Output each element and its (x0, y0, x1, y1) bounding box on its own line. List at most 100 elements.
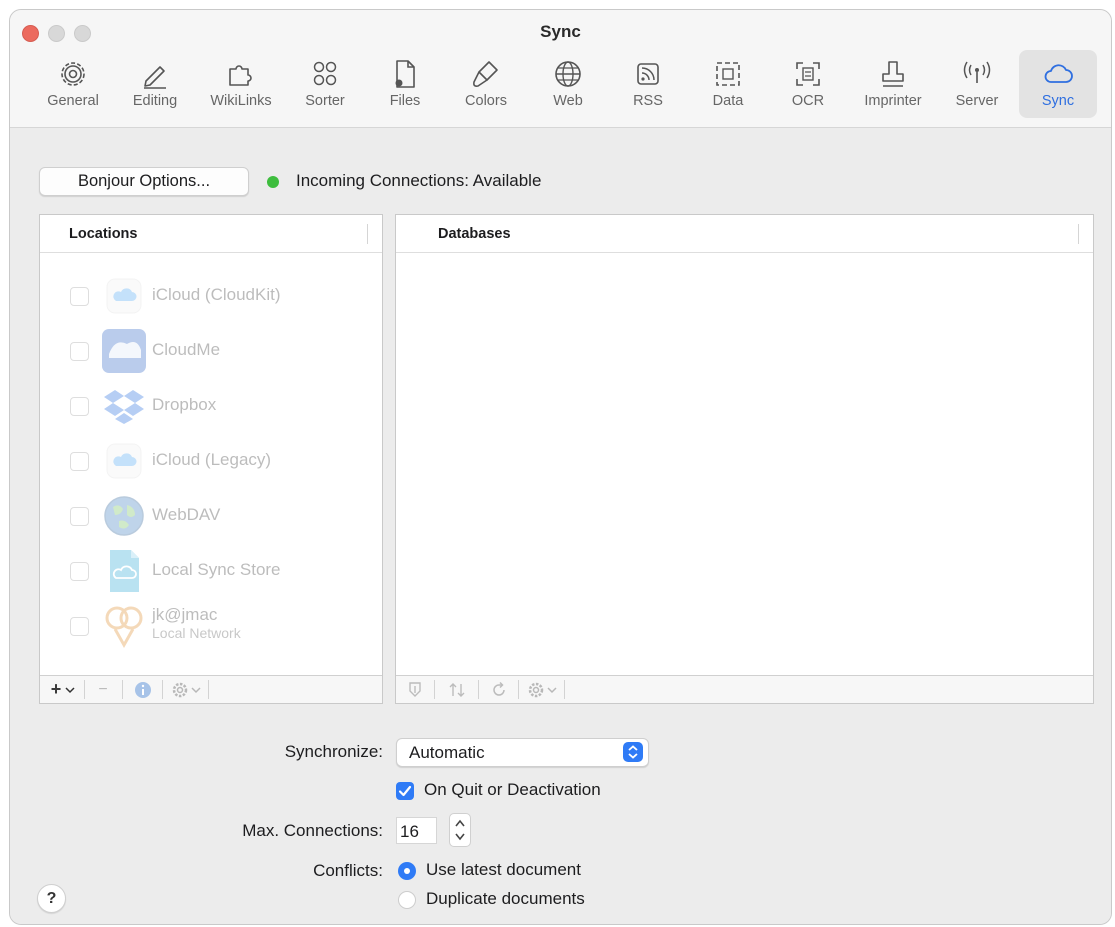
local-store-icon (101, 548, 147, 594)
refresh-button[interactable] (484, 676, 514, 703)
toolbar-label-imprinter: Imprinter (864, 93, 922, 109)
conflicts-label: Conflicts: (313, 861, 383, 880)
toolbar-item-general[interactable]: General (36, 50, 110, 118)
chevron-down-icon (65, 686, 75, 693)
duplicate-documents-radio[interactable] (398, 891, 416, 909)
location-name: WebDAV (152, 505, 221, 524)
location-checkbox[interactable] (70, 507, 89, 526)
dropbox-icon (101, 383, 147, 429)
paintbrush-icon (473, 61, 498, 87)
import-button[interactable] (400, 676, 430, 703)
toolbar-label-sync: Sync (1041, 93, 1075, 109)
toolbar-item-editing[interactable]: Editing (118, 50, 192, 118)
on-quit-checkbox-label[interactable]: On Quit or Deactivation (424, 780, 601, 800)
toolbar-item-rss[interactable]: RSS (613, 50, 683, 118)
footer-divider (518, 680, 519, 699)
info-button[interactable] (128, 676, 158, 703)
toolbar-item-imprinter[interactable]: Imprinter (852, 50, 934, 118)
footer-divider (208, 680, 209, 699)
databases-list[interactable] (396, 253, 1093, 675)
info-icon (135, 681, 151, 698)
synchronize-label: Synchronize: (284, 742, 383, 761)
toolbar-label-web: Web (553, 93, 583, 109)
locations-toolbar: + − (40, 675, 382, 703)
on-quit-checkbox[interactable] (396, 782, 414, 800)
toolbar-item-colors[interactable]: Colors (450, 50, 522, 118)
download-tray-icon (409, 681, 421, 697)
add-location-button[interactable]: + (44, 676, 82, 703)
chevron-down-icon (191, 686, 201, 693)
dashed-square-icon (716, 62, 740, 86)
toolbar-item-files[interactable]: Files (370, 50, 440, 118)
databases-header: Databases (396, 215, 1093, 253)
footer-divider (564, 680, 565, 699)
toolbar-label-general: General (47, 93, 99, 109)
toolbar-item-wikilinks[interactable]: WikiLinks (199, 50, 283, 118)
database-action-menu[interactable] (522, 676, 562, 703)
antenna-icon (963, 61, 991, 83)
icloud-icon (101, 273, 147, 319)
toolbar-label-rss: RSS (633, 93, 663, 109)
checkmark-icon (398, 785, 412, 797)
duplicate-documents-radio-label[interactable]: Duplicate documents (426, 889, 585, 909)
synchronize-value: Automatic (409, 743, 485, 762)
location-checkbox[interactable] (70, 287, 89, 306)
connection-status-text: Incoming Connections: Available (296, 171, 542, 190)
use-latest-radio[interactable] (398, 862, 416, 880)
max-connections-label: Max. Connections: (242, 821, 383, 840)
locations-panel: Locations iCloud (CloudKit) CloudMe Drop… (39, 214, 383, 704)
bonjour-options-button[interactable]: Bonjour Options... (39, 167, 249, 196)
location-checkbox[interactable] (70, 562, 89, 581)
gear-icon (61, 62, 85, 86)
location-checkbox[interactable] (70, 342, 89, 361)
help-button[interactable]: ? (37, 884, 66, 913)
gear-icon (528, 682, 544, 697)
plus-icon: + (50, 679, 62, 699)
use-latest-radio-label[interactable]: Use latest document (426, 860, 581, 880)
max-connections-field[interactable]: 16 (396, 817, 437, 844)
footer-divider (122, 680, 123, 699)
puzzle-icon (229, 65, 252, 86)
max-connections-stepper[interactable] (449, 813, 471, 847)
title-bar: Sync General Editing WikiLinks Sorter Fi… (10, 10, 1111, 128)
location-name: jk@jmac (152, 605, 218, 624)
icloud-icon (101, 438, 147, 484)
stamp-icon (882, 61, 904, 87)
location-action-menu[interactable] (166, 676, 206, 703)
location-item-local-network[interactable]: jk@jmac Local Network (40, 603, 382, 649)
location-checkbox[interactable] (70, 397, 89, 416)
toolbar-label-sorter: Sorter (305, 93, 345, 109)
location-name: Local Sync Store (152, 560, 281, 579)
minus-icon: − (98, 680, 108, 698)
toolbar-item-sorter[interactable]: Sorter (290, 50, 360, 118)
sync-direction-button[interactable] (440, 676, 474, 703)
rss-icon (637, 63, 659, 85)
location-item-local-sync-store[interactable]: Local Sync Store (40, 548, 382, 594)
location-item-webdav[interactable]: WebDAV (40, 493, 382, 539)
toolbar-label-ocr: OCR (791, 93, 825, 109)
toolbar-item-server[interactable]: Server (942, 50, 1012, 118)
up-down-arrows-icon (449, 682, 465, 697)
synchronize-popup[interactable]: Automatic (396, 738, 649, 767)
bonjour-icon (101, 603, 147, 649)
toolbar-item-ocr[interactable]: OCR (773, 50, 843, 118)
toolbar-label-colors: Colors (465, 93, 507, 109)
location-item-icloud-legacy[interactable]: iCloud (Legacy) (40, 438, 382, 484)
locations-header: Locations (40, 215, 382, 253)
location-checkbox[interactable] (70, 617, 89, 636)
circles-icon (313, 61, 337, 86)
globe-icon (555, 61, 581, 87)
ocr-icon (796, 62, 820, 86)
location-item-icloud-cloudkit[interactable]: iCloud (CloudKit) (40, 273, 382, 319)
toolbar-item-data[interactable]: Data (693, 50, 763, 118)
toolbar-item-web[interactable]: Web (533, 50, 603, 118)
toolbar-label-data: Data (712, 93, 744, 109)
location-checkbox[interactable] (70, 452, 89, 471)
toolbar-item-sync[interactable]: Sync (1019, 50, 1097, 118)
location-item-cloudme[interactable]: CloudMe (40, 328, 382, 374)
remove-location-button[interactable]: − (88, 676, 118, 703)
column-divider (367, 224, 368, 244)
location-item-dropbox[interactable]: Dropbox (40, 383, 382, 429)
column-divider (1078, 224, 1079, 244)
location-name: iCloud (CloudKit) (152, 285, 281, 304)
